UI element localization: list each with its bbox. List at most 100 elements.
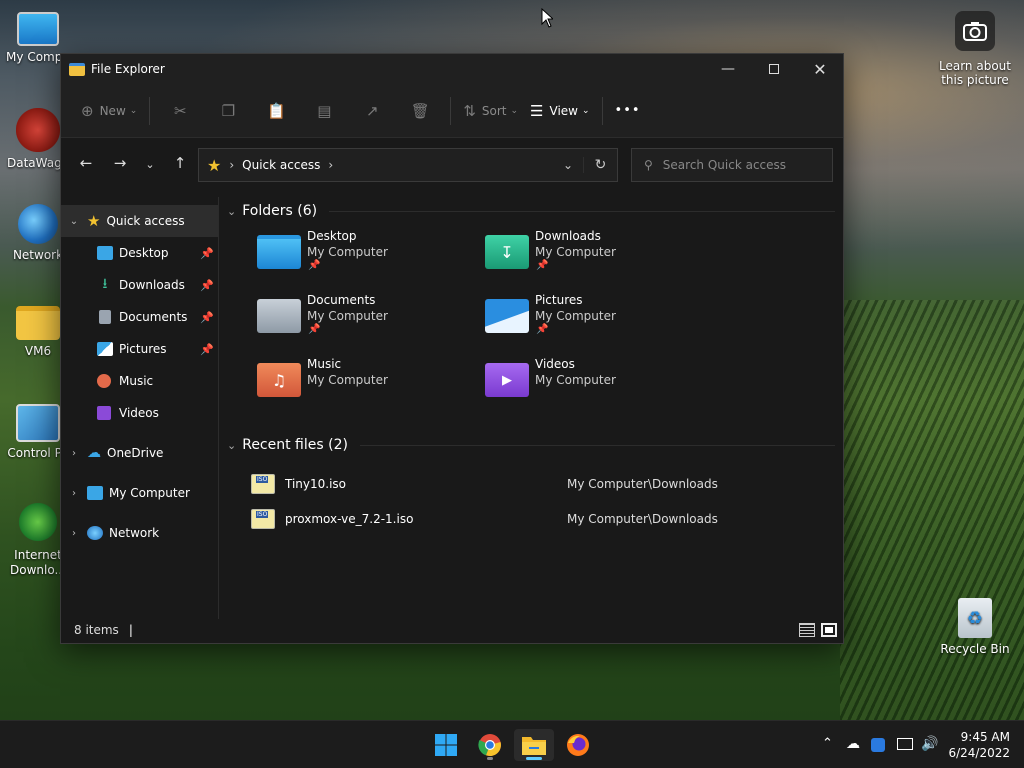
view-button[interactable]: ☰ View ⌄	[524, 95, 595, 127]
network-globe-icon	[18, 204, 58, 244]
documents-icon	[99, 310, 111, 324]
cut-button[interactable]: ✂	[156, 95, 204, 127]
expand-chevron-icon[interactable]: ›	[61, 448, 87, 459]
details-view-button[interactable]	[799, 623, 815, 637]
chrome-icon	[478, 734, 501, 757]
cloud-icon: ☁	[87, 445, 101, 461]
delete-button[interactable]: 🗑	[396, 95, 444, 127]
recent-files-section-header[interactable]: ⌄ Recent files (2)	[221, 431, 843, 459]
refresh-icon: ↻	[594, 157, 607, 173]
up-button[interactable]: ↑	[165, 154, 195, 172]
expand-chevron-icon[interactable]: ›	[61, 488, 87, 499]
collapse-chevron-icon: ⌄	[227, 204, 237, 218]
arrow-up-icon: ↑	[173, 154, 187, 172]
nav-item-desktop[interactable]: Desktop 📌	[61, 237, 218, 269]
folder-tile-videos[interactable]: ▶ Videos My Computer	[485, 357, 695, 417]
paste-button[interactable]: 📋	[252, 95, 300, 127]
title-bar[interactable]: File Explorer — ✕	[61, 54, 843, 84]
music-icon	[97, 374, 111, 388]
maximize-button[interactable]	[751, 54, 797, 84]
folder-location: My Computer	[307, 309, 388, 323]
chevron-right-icon[interactable]: ›	[328, 158, 333, 172]
pin-icon: 📌	[308, 324, 321, 335]
folder-tile-downloads[interactable]: ↧ Downloads My Computer 📌	[485, 229, 695, 289]
search-box[interactable]: ⚲	[631, 148, 833, 182]
learn-about-picture-label[interactable]: Learn about this picture	[930, 59, 1020, 87]
toolbar-divider	[601, 96, 603, 125]
recent-locations-button[interactable]: ⌄	[135, 154, 165, 172]
share-button[interactable]: ↗	[348, 95, 396, 127]
file-location: My Computer\Downloads	[567, 512, 718, 526]
nav-item-network[interactable]: › Network	[61, 517, 218, 549]
running-indicator	[487, 757, 493, 760]
chevron-down-icon: ⌄	[129, 105, 138, 116]
mouse-cursor-icon	[541, 8, 553, 28]
nav-item-downloads[interactable]: ⭳ Downloads 📌	[61, 269, 218, 301]
rename-button[interactable]: ▤	[300, 95, 348, 127]
folder-tile-music[interactable]: ♫ Music My Computer	[257, 357, 467, 417]
security-shield-icon[interactable]	[871, 738, 885, 752]
folder-icon	[16, 306, 60, 340]
desktop-icon-recycle-bin[interactable]: ♻ Recycle Bin	[937, 598, 1013, 657]
folders-grid: Desktop My Computer 📌 ↧ Downloads My Com…	[221, 225, 843, 425]
close-button[interactable]: ✕	[797, 54, 843, 84]
search-icon: ⚲	[644, 158, 653, 172]
nav-item-documents[interactable]: Documents 📌	[61, 301, 218, 333]
active-indicator	[526, 757, 542, 760]
nav-item-my-computer[interactable]: › My Computer	[61, 477, 218, 509]
folder-name: Music	[307, 357, 342, 371]
back-button[interactable]: ←	[71, 154, 101, 172]
folder-tile-pictures[interactable]: Pictures My Computer 📌	[485, 293, 695, 353]
expand-chevron-icon[interactable]: ›	[61, 528, 87, 539]
content-pane: ⌄ Folders (6) Desktop My Computer 📌 ↧ Do…	[221, 197, 843, 619]
clipboard-icon: 📋	[266, 101, 286, 120]
rename-icon: ▤	[317, 101, 332, 120]
monitor-icon	[87, 486, 103, 500]
start-button[interactable]	[426, 729, 466, 761]
file-explorer-icon	[69, 62, 85, 76]
recent-file-row[interactable]: Tiny10.iso My Computer\Downloads	[251, 469, 811, 499]
taskbar-chrome[interactable]	[470, 729, 510, 761]
sort-button[interactable]: ⇅ Sort ⌄	[457, 95, 524, 127]
breadcrumb-quick-access[interactable]: Quick access	[242, 158, 320, 172]
address-history-dropdown[interactable]: ⌄	[553, 158, 583, 172]
show-hidden-icons-button[interactable]: ⌃	[822, 736, 833, 751]
new-label: New	[99, 103, 126, 118]
folders-section-header[interactable]: ⌄ Folders (6)	[221, 197, 843, 225]
clock[interactable]: 9:45 AM 6/24/2022	[948, 729, 1010, 761]
nav-item-quick-access[interactable]: ⌄ ★ Quick access	[61, 205, 218, 237]
copy-button[interactable]: ❐	[204, 95, 252, 127]
folder-tile-desktop[interactable]: Desktop My Computer 📌	[257, 229, 467, 289]
recent-file-row[interactable]: proxmox-ve_7.2-1.iso My Computer\Downloa…	[251, 504, 811, 534]
new-button[interactable]: ⊕ New ⌄	[75, 95, 143, 127]
camera-label-line1: Learn about	[939, 59, 1011, 73]
collapse-chevron-icon[interactable]: ⌄	[61, 216, 87, 227]
address-bar[interactable]: ★ › Quick access › ⌄ ↻	[198, 148, 618, 182]
nav-item-music[interactable]: Music	[61, 365, 218, 397]
control-panel-icon	[16, 404, 60, 442]
taskbar-firefox[interactable]	[558, 729, 598, 761]
learn-about-picture-button[interactable]	[955, 11, 995, 51]
cloud-offline-icon[interactable]: ☁	[846, 736, 860, 752]
see-more-button[interactable]: •••	[609, 95, 647, 127]
forward-button[interactable]: →	[105, 154, 135, 172]
chevron-down-icon: ⌄	[562, 158, 574, 172]
folder-tile-documents[interactable]: Documents My Computer 📌	[257, 293, 467, 353]
nav-item-label: Quick access	[106, 214, 185, 228]
minimize-button[interactable]: —	[705, 54, 751, 84]
search-input[interactable]	[662, 158, 813, 172]
taskbar-file-explorer[interactable]	[514, 729, 554, 761]
folder-location: My Computer	[535, 373, 616, 387]
nav-item-onedrive[interactable]: › ☁ OneDrive	[61, 437, 218, 469]
folder-name: Desktop	[307, 229, 357, 243]
volume-icon[interactable]: 🔊	[921, 736, 938, 752]
clock-date: 6/24/2022	[948, 746, 1010, 760]
nav-item-videos[interactable]: Videos	[61, 397, 218, 429]
nav-item-pictures[interactable]: Pictures 📌	[61, 333, 218, 365]
nav-item-label: Documents	[119, 310, 188, 324]
network-status-icon[interactable]	[897, 738, 913, 750]
large-icons-view-button[interactable]	[821, 623, 837, 637]
network-icon	[87, 526, 103, 540]
refresh-button[interactable]: ↻	[583, 157, 617, 173]
recycle-bin-icon: ♻	[958, 598, 992, 638]
